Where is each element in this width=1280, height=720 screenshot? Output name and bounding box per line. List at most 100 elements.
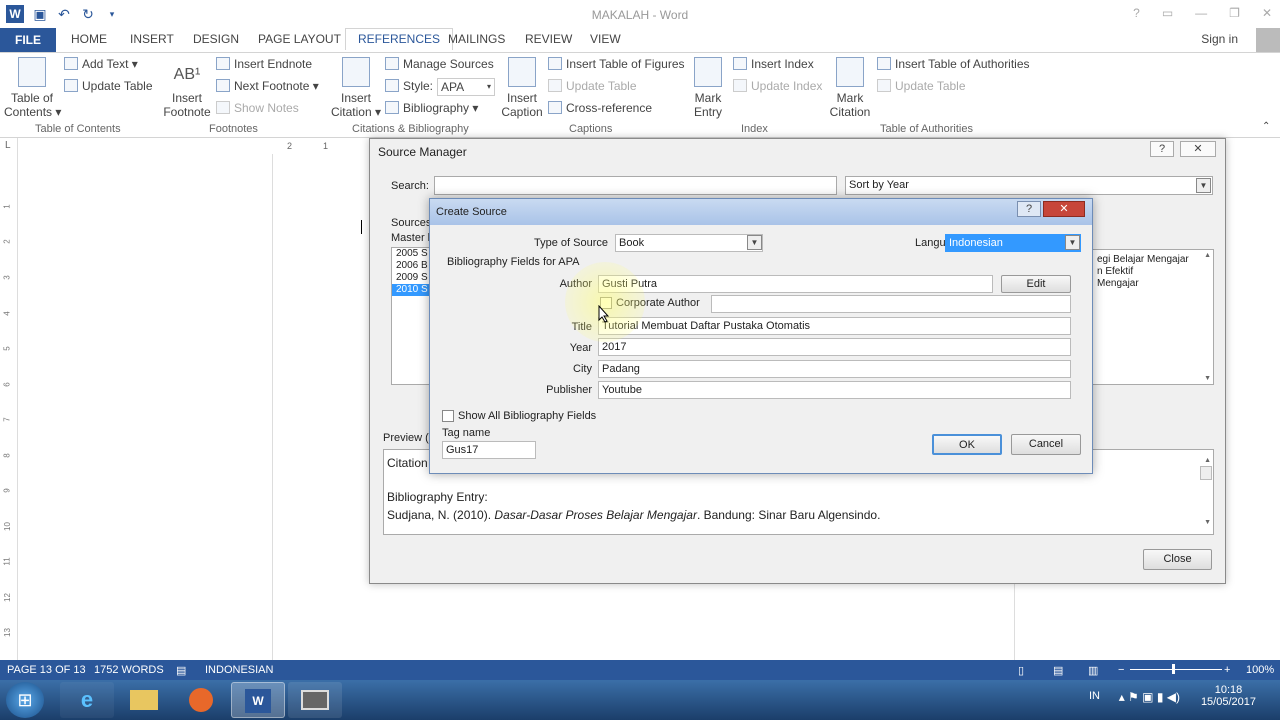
- tab-references[interactable]: REFERENCES: [345, 28, 454, 50]
- web-layout-icon[interactable]: ▥: [1088, 664, 1098, 677]
- restore-icon[interactable]: ❐: [1229, 6, 1240, 20]
- search-input[interactable]: [434, 176, 837, 195]
- language-select[interactable]: Indonesian: [945, 234, 1081, 252]
- language-dropdown-icon[interactable]: ▼: [1065, 235, 1080, 250]
- tab-file[interactable]: FILE: [0, 28, 56, 52]
- type-of-source-select[interactable]: Book: [615, 234, 763, 252]
- style-select[interactable]: APA ▾: [437, 78, 496, 96]
- screen-recorder-icon[interactable]: [288, 682, 342, 718]
- zoom-out-icon[interactable]: −: [1118, 664, 1124, 676]
- word-count[interactable]: 1752 WORDS: [94, 664, 164, 676]
- bibliography-button[interactable]: Bibliography ▾: [385, 101, 478, 115]
- vruler-3: 3: [2, 275, 12, 280]
- tab-selector-icon[interactable]: L: [5, 140, 11, 151]
- preview-scroll-down-icon[interactable]: ▼: [1204, 514, 1211, 532]
- media-player-icon[interactable]: [174, 682, 228, 718]
- tag-name-field[interactable]: Gus17: [442, 441, 536, 459]
- show-notes-button[interactable]: Show Notes: [216, 101, 299, 115]
- mark-citation-button[interactable]: Mark Citation: [826, 57, 874, 119]
- ok-button[interactable]: OK: [932, 434, 1002, 455]
- close-button[interactable]: Close: [1143, 549, 1212, 570]
- cross-reference-button[interactable]: Cross-reference: [548, 101, 652, 115]
- list-item[interactable]: egi Belajar Mengajar: [1093, 250, 1213, 266]
- insert-endnote-button[interactable]: Insert Endnote: [216, 57, 312, 71]
- insert-table-of-figures-button[interactable]: Insert Table of Figures: [548, 57, 685, 71]
- list-item-selected[interactable]: 2010 S: [392, 284, 430, 296]
- sort-dropdown-icon[interactable]: ▼: [1196, 178, 1211, 193]
- update-table-authorities-button[interactable]: Update Table: [877, 79, 966, 93]
- city-field[interactable]: Padang: [598, 360, 1071, 378]
- update-table-figures-button[interactable]: Update Table: [548, 79, 637, 93]
- list-item[interactable]: n Efektif: [1093, 266, 1213, 278]
- close-icon[interactable]: ✕: [1180, 141, 1216, 157]
- style-icon: [385, 79, 399, 93]
- list-item[interactable]: 2006 B: [392, 260, 430, 272]
- tab-design[interactable]: DESIGN: [193, 32, 239, 46]
- zoom-level[interactable]: 100%: [1246, 664, 1274, 676]
- style-dropdown[interactable]: Style: APA ▾: [385, 78, 496, 96]
- publisher-field[interactable]: Youtube: [598, 381, 1071, 399]
- ie-icon[interactable]: e: [60, 682, 114, 718]
- zoom-in-icon[interactable]: +: [1224, 664, 1230, 676]
- insert-citation-button[interactable]: Insert Citation ▾: [330, 57, 382, 119]
- author-field[interactable]: Gusti Putra: [598, 275, 993, 293]
- input-language[interactable]: IN: [1089, 690, 1100, 702]
- collapse-ribbon-icon[interactable]: ⌃: [1262, 121, 1270, 132]
- master-list[interactable]: 2005 S 2006 B 2009 S 2010 S: [391, 247, 431, 385]
- table-of-contents-button[interactable]: Table of Contents ▾: [4, 57, 61, 119]
- title-field[interactable]: Tutorial Membuat Daftar Pustaka Otomatis: [598, 317, 1071, 335]
- insert-index-button[interactable]: Insert Index: [733, 57, 814, 71]
- list-item[interactable]: 2005 S: [392, 248, 430, 260]
- year-field[interactable]: 2017: [598, 338, 1071, 356]
- clock[interactable]: 10:18 15/05/2017: [1201, 684, 1256, 708]
- tab-insert[interactable]: INSERT: [130, 32, 174, 46]
- zoom-slider[interactable]: [1130, 669, 1222, 670]
- minimize-icon[interactable]: —: [1195, 6, 1207, 20]
- close-icon[interactable]: ✕: [1043, 201, 1085, 217]
- manage-sources-button[interactable]: Manage Sources: [385, 57, 494, 71]
- insert-caption-button[interactable]: Insert Caption: [500, 57, 544, 119]
- cancel-button[interactable]: Cancel: [1011, 434, 1081, 455]
- type-dropdown-icon[interactable]: ▼: [747, 235, 762, 250]
- word-taskbar-icon[interactable]: W: [231, 682, 285, 718]
- page-count[interactable]: PAGE 13 OF 13: [7, 664, 86, 676]
- ribbon-options-icon[interactable]: ▭: [1162, 6, 1173, 20]
- list-item[interactable]: Mengajar: [1093, 278, 1213, 290]
- mark-entry-button[interactable]: Mark Entry: [688, 57, 728, 119]
- proofing-icon[interactable]: ▤: [176, 664, 186, 677]
- current-list[interactable]: egi Belajar Mengajar n Efektif Mengajar …: [1092, 249, 1214, 385]
- tab-page-layout[interactable]: PAGE LAYOUT: [258, 32, 341, 46]
- sort-select[interactable]: Sort by Year: [845, 176, 1213, 195]
- insert-footnote-button[interactable]: AB¹ Insert Footnote: [160, 61, 214, 119]
- add-text-button[interactable]: Add Text ▾: [64, 57, 138, 71]
- insert-table-of-authorities-button[interactable]: Insert Table of Authorities: [877, 57, 1030, 71]
- tab-home[interactable]: HOME: [71, 32, 107, 46]
- sign-in-link[interactable]: Sign in: [1201, 32, 1238, 46]
- help-icon[interactable]: ?: [1133, 6, 1140, 20]
- list-item[interactable]: 2009 S: [392, 272, 430, 284]
- update-table-button[interactable]: Update Table: [64, 79, 153, 93]
- bibliography-icon: [385, 101, 399, 114]
- help-icon[interactable]: ?: [1017, 201, 1041, 217]
- zoom-slider-thumb[interactable]: [1172, 664, 1175, 674]
- start-button[interactable]: ⊞: [6, 682, 44, 718]
- scroll-down-icon[interactable]: ▼: [1204, 375, 1211, 382]
- scroll-up-icon[interactable]: ▲: [1204, 252, 1211, 259]
- corporate-author-field[interactable]: [711, 295, 1071, 313]
- help-icon[interactable]: ?: [1150, 141, 1174, 157]
- explorer-icon[interactable]: [117, 682, 171, 718]
- avatar[interactable]: [1256, 28, 1280, 52]
- preview-scroll-thumb[interactable]: [1200, 466, 1212, 480]
- close-icon[interactable]: ✕: [1262, 6, 1272, 20]
- tab-review[interactable]: REVIEW: [525, 32, 572, 46]
- edit-button[interactable]: Edit: [1001, 275, 1071, 293]
- tab-mailings[interactable]: MAILINGS: [448, 32, 505, 46]
- tray-icons[interactable]: ▴ ⚑ ▣ ▮ ◀): [1119, 690, 1180, 704]
- tab-view[interactable]: VIEW: [590, 32, 621, 46]
- update-index-button[interactable]: Update Index: [733, 79, 822, 93]
- print-layout-icon[interactable]: ▤: [1053, 664, 1063, 677]
- read-mode-icon[interactable]: ▯: [1018, 664, 1024, 677]
- language-status[interactable]: INDONESIAN: [205, 664, 273, 676]
- next-footnote-button[interactable]: Next Footnote ▾: [216, 79, 319, 93]
- show-all-fields-checkbox[interactable]: [442, 410, 454, 422]
